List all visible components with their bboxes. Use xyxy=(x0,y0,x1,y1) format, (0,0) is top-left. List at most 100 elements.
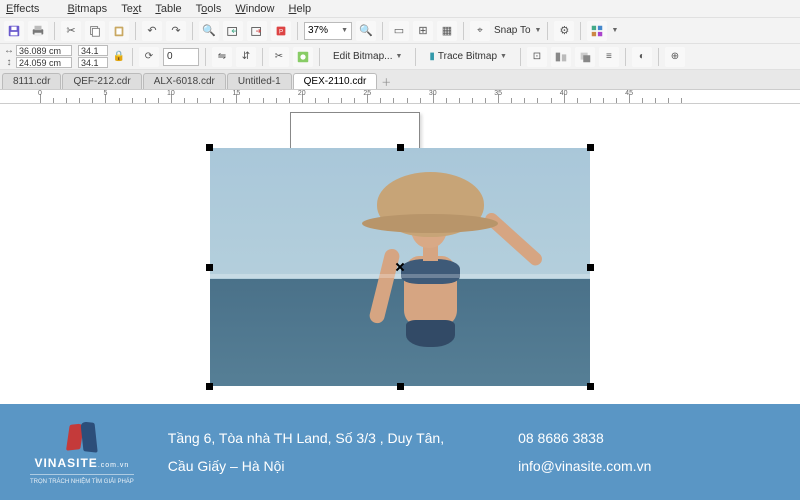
canvas[interactable]: VINASITE.com.vn TRỌN TRÁCH NHIỆM TÌM GIẢ… xyxy=(0,104,800,500)
scale-x-field[interactable]: 34.1 xyxy=(78,45,108,56)
separator xyxy=(132,48,133,66)
resample-icon[interactable]: ⊡ xyxy=(527,47,547,67)
footer-phone: 08 8686 3838 xyxy=(518,424,651,452)
y-position-field[interactable]: 24.059 cm xyxy=(16,57,72,68)
publish-icon[interactable]: P xyxy=(271,21,291,41)
menu-tools[interactable]: Tools xyxy=(196,3,222,15)
paste-icon[interactable] xyxy=(109,21,129,41)
separator xyxy=(463,22,464,40)
chevron-down-icon[interactable]: ▼ xyxy=(535,27,542,34)
edit-bitmap-button[interactable]: Edit Bitmap...▼ xyxy=(326,48,409,66)
separator xyxy=(192,22,193,40)
x-axis-icon: ↔ xyxy=(4,45,14,56)
selection-handle[interactable] xyxy=(587,144,594,151)
chevron-down-icon: ▼ xyxy=(395,53,402,60)
brand-logo: VINASITE.com.vn TRỌN TRÁCH NHIỆM TÌM GIẢ… xyxy=(30,420,134,485)
selection-handle[interactable] xyxy=(206,383,213,390)
figure-illustration xyxy=(370,172,492,362)
footer-address: Tầng 6, Tòa nhà TH Land, Số 3/3 , Duy Tâ… xyxy=(168,424,444,480)
selection-handle[interactable] xyxy=(397,383,404,390)
doc-tab[interactable]: ALX-6018.cdr xyxy=(143,73,226,89)
selection-center-icon[interactable] xyxy=(395,262,405,272)
menu-effects[interactable]: Effects xyxy=(6,3,53,15)
separator xyxy=(382,22,383,40)
grid-icon[interactable]: ▦ xyxy=(437,21,457,41)
separator xyxy=(54,22,55,40)
order-icon[interactable] xyxy=(575,47,595,67)
separator xyxy=(520,48,521,66)
doc-tab[interactable]: Untitled-1 xyxy=(227,73,292,89)
export-icon[interactable] xyxy=(247,21,267,41)
snap-to-label[interactable]: Snap To xyxy=(494,25,531,36)
separator xyxy=(547,22,548,40)
separator xyxy=(205,48,206,66)
trace-bitmap-button[interactable]: ▮Trace Bitmap▼ xyxy=(422,48,514,66)
separator xyxy=(415,48,416,66)
zoom-level-field[interactable]: 37%▼ xyxy=(304,22,352,40)
menu-text[interactable]: Text xyxy=(121,3,141,15)
document-tabs: 8111.cdr QEF-212.cdr ALX-6018.cdr Untitl… xyxy=(0,70,800,90)
save-icon[interactable] xyxy=(4,21,24,41)
svg-text:P: P xyxy=(279,28,283,35)
align-icon[interactable] xyxy=(551,47,571,67)
search-icon[interactable]: 🔍 xyxy=(199,21,219,41)
selection-handle[interactable] xyxy=(587,264,594,271)
cut-icon[interactable]: ✂ xyxy=(61,21,81,41)
property-bar: ↔36.089 cm ↕24.059 cm 34.1 34.1 🔒 ⟳ 0 ⇋ … xyxy=(0,44,800,70)
y-axis-icon: ↕ xyxy=(4,57,14,68)
add-tab-button[interactable]: ＋ xyxy=(378,74,394,89)
ruler-horizontal: 051015202530354045 xyxy=(0,90,800,104)
separator xyxy=(135,22,136,40)
scale-y-field[interactable]: 34.1 xyxy=(78,57,108,68)
scale-fields: 34.1 34.1 xyxy=(78,45,108,68)
lock-ratio-icon[interactable]: 🔒 xyxy=(112,47,126,67)
footer-banner: VINASITE.com.vn TRỌN TRÁCH NHIỆM TÌM GIẢ… xyxy=(0,404,800,500)
import-icon[interactable] xyxy=(223,21,243,41)
copy-icon[interactable] xyxy=(85,21,105,41)
menu-help[interactable]: Help xyxy=(289,3,312,15)
undo-icon[interactable]: ↶ xyxy=(142,21,162,41)
selected-bitmap[interactable] xyxy=(210,148,590,386)
redo-icon[interactable]: ↷ xyxy=(166,21,186,41)
separator xyxy=(580,22,581,40)
rotate-icon[interactable]: ⟳ xyxy=(139,47,159,67)
rulers-icon[interactable]: ⊞ xyxy=(413,21,433,41)
snap-toggle-icon[interactable]: ⌖ xyxy=(470,21,490,41)
logo-mark-icon xyxy=(62,420,102,454)
zoom-tool-icon[interactable]: 🔍 xyxy=(356,21,376,41)
selection-handle[interactable] xyxy=(206,264,213,271)
separator xyxy=(319,48,320,66)
crop-icon[interactable]: ✂ xyxy=(269,47,289,67)
separator xyxy=(297,22,298,40)
doc-tab[interactable]: QEF-212.cdr xyxy=(62,73,141,89)
position-fields: ↔36.089 cm ↕24.059 cm xyxy=(4,45,72,68)
transparency-icon[interactable]: ◐ xyxy=(632,47,652,67)
footer-contact: 08 8686 3838 info@vinasite.com.vn xyxy=(518,424,651,480)
doc-tab-active[interactable]: QEX-2110.cdr xyxy=(293,73,378,89)
menu-bitmaps[interactable]: Bitmaps xyxy=(67,3,107,15)
menu-bar: Effects Bitmaps Text Table Tools Window … xyxy=(0,0,800,18)
bitmap-mask-icon[interactable] xyxy=(293,47,313,67)
chevron-down-icon: ▼ xyxy=(500,53,507,60)
menu-table[interactable]: Table xyxy=(155,3,181,15)
doc-tab[interactable]: 8111.cdr xyxy=(2,73,61,89)
x-position-field[interactable]: 36.089 cm xyxy=(16,45,72,56)
footer-email: info@vinasite.com.vn xyxy=(518,452,651,480)
separator xyxy=(262,48,263,66)
mirror-vertical-icon[interactable]: ⇵ xyxy=(236,47,256,67)
selection-handle[interactable] xyxy=(397,144,404,151)
selection-handle[interactable] xyxy=(587,383,594,390)
wrap-text-icon[interactable]: ≡ xyxy=(599,47,619,67)
fullscreen-icon[interactable]: ▭ xyxy=(389,21,409,41)
main-toolbar: ✂ ↶ ↷ 🔍 P 37%▼ 🔍 ▭ ⊞ ▦ ⌖ Snap To ▼ ⚙ ▼ xyxy=(0,18,800,44)
selection-handle[interactable] xyxy=(206,144,213,151)
chevron-down-icon: ▼ xyxy=(341,27,348,34)
menu-window[interactable]: Window xyxy=(235,3,274,15)
convert-icon[interactable]: ⊕ xyxy=(665,47,685,67)
print-icon[interactable] xyxy=(28,21,48,41)
chevron-down-icon[interactable]: ▼ xyxy=(611,27,618,34)
mirror-horizontal-icon[interactable]: ⇋ xyxy=(212,47,232,67)
options-icon[interactable]: ⚙ xyxy=(554,21,574,41)
app-launcher-icon[interactable] xyxy=(587,21,607,41)
rotation-field[interactable]: 0 xyxy=(163,48,199,66)
